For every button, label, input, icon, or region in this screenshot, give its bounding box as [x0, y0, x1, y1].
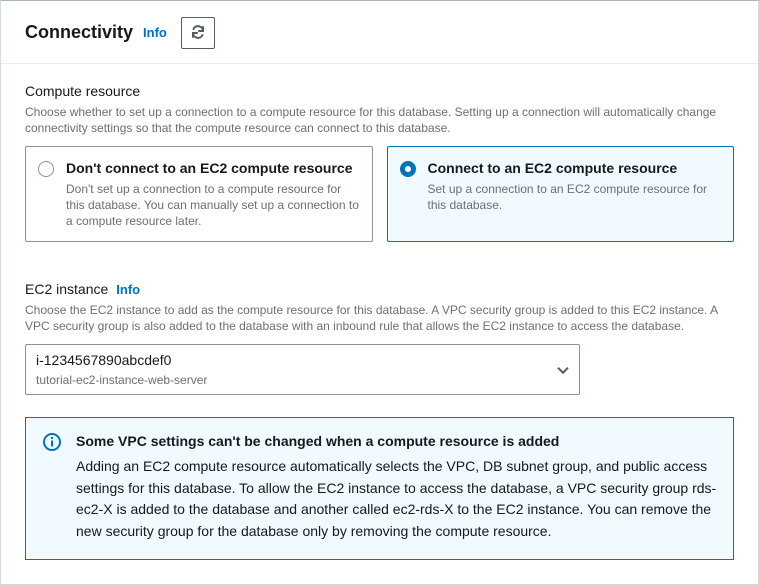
- option-title: Don't connect to an EC2 compute resource: [66, 159, 360, 179]
- compute-options: Don't connect to an EC2 compute resource…: [25, 146, 734, 242]
- ec2-info-link[interactable]: Info: [116, 281, 140, 299]
- alert-body: Adding an EC2 compute resource automatic…: [76, 456, 719, 543]
- refresh-icon: [190, 24, 206, 43]
- radio-checked-icon: [400, 161, 416, 177]
- option-connect-ec2[interactable]: Connect to an EC2 compute resource Set u…: [387, 146, 735, 242]
- ec2-instance-select[interactable]: i-1234567890abcdef0 tutorial-ec2-instanc…: [25, 344, 580, 395]
- info-link[interactable]: Info: [143, 24, 167, 42]
- panel-header: Connectivity Info: [1, 1, 758, 64]
- compute-heading: Compute resource: [25, 82, 734, 102]
- info-icon: [42, 432, 62, 458]
- option-dont-connect[interactable]: Don't connect to an EC2 compute resource…: [25, 146, 373, 242]
- compute-description: Choose whether to set up a connection to…: [25, 104, 734, 136]
- radio-unchecked-icon: [38, 161, 54, 177]
- option-title: Connect to an EC2 compute resource: [428, 159, 722, 179]
- select-subvalue: tutorial-ec2-instance-web-server: [36, 372, 547, 389]
- vpc-info-alert: Some VPC settings can't be changed when …: [25, 417, 734, 559]
- alert-title: Some VPC settings can't be changed when …: [76, 432, 719, 452]
- connectivity-panel: Connectivity Info Compute resource Choos…: [0, 0, 759, 585]
- select-value: i-1234567890abcdef0: [36, 351, 547, 371]
- caret-down-icon: [557, 360, 569, 380]
- ec2-instance-section: EC2 instance Info Choose the EC2 instanc…: [1, 262, 758, 395]
- panel-title: Connectivity: [25, 20, 133, 45]
- option-desc: Don't set up a connection to a compute r…: [66, 181, 360, 230]
- ec2-description: Choose the EC2 instance to add as the co…: [25, 302, 734, 334]
- compute-resource-section: Compute resource Choose whether to set u…: [1, 64, 758, 242]
- ec2-heading: EC2 instance: [25, 280, 108, 300]
- refresh-button[interactable]: [181, 17, 215, 49]
- option-desc: Set up a connection to an EC2 compute re…: [428, 181, 722, 213]
